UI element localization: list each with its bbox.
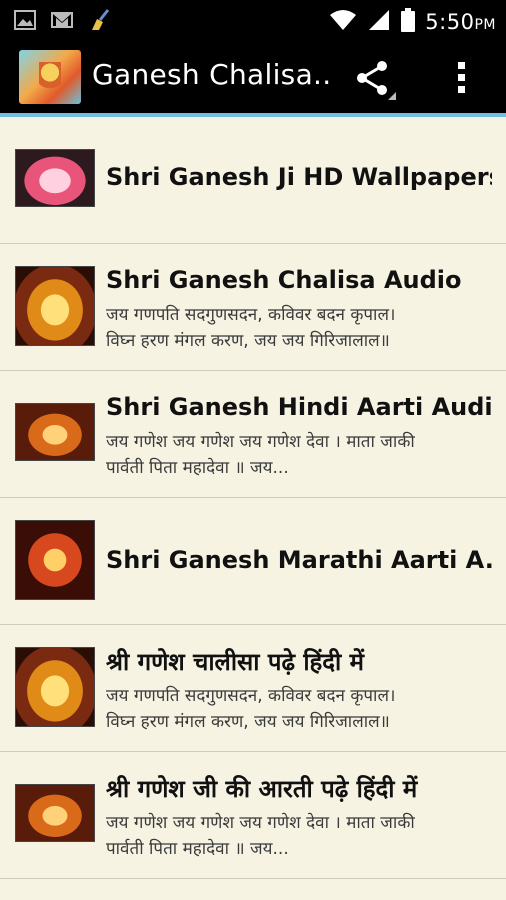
list-item-title: Shri Ganesh Chalisa Audio [106,266,462,294]
overflow-menu-button[interactable] [450,58,474,98]
list-item-subtitle: जय गणपति सदगुणसदन, कविवर बदन कृपाल। [106,305,396,325]
image-icon [14,10,36,34]
app-logo-icon[interactable] [19,50,81,104]
list-item-subtitle: जय गणेश जय गणेश जय गणेश देवा । माता जाकी [106,432,415,452]
menu-list: Shri Ganesh Ji HD Wallpapers Shri Ganesh… [0,117,506,879]
list-item-subtitle: जय गणेश जय गणेश जय गणेश देवा । माता जाकी [106,813,415,833]
battery-icon [401,8,416,36]
list-item-chalisa-read-hindi[interactable]: श्री गणेश चालीसा पढ़े हिंदी में जय गणपति… [0,625,506,752]
list-item-title: श्री गणेश चालीसा पढ़े हिंदी में [106,648,364,676]
list-item-subtitle: जय गणपति सदगुणसदन, कविवर बदन कृपाल। [106,686,396,706]
list-item-subtitle: विघ्न हरण मंगल करण, जय जय गिरिजालाल॥ [106,712,390,732]
list-item-wallpapers[interactable]: Shri Ganesh Ji HD Wallpapers [0,117,506,244]
clock: 5:50PM [425,10,496,34]
action-bar: Ganesh Chalisa.. [0,42,506,114]
list-item-title: Shri Ganesh Hindi Aarti Audio [106,393,492,421]
share-icon [357,61,396,100]
thumbnail [15,403,95,461]
list-item-title: Shri Ganesh Marathi Aarti A... [106,546,492,574]
app-title: Ganesh Chalisa.. [92,58,332,91]
list-item-chalisa-audio[interactable]: Shri Ganesh Chalisa Audio जय गणपति सदगुण… [0,244,506,371]
thumbnail [15,266,95,346]
thumbnail [15,784,95,842]
list-item-subtitle: विघ्न हरण मंगल करण, जय जय गिरिजालाल॥ [106,331,390,351]
share-button[interactable] [352,56,398,102]
wifi-icon [329,9,357,35]
list-item-marathi-aarti[interactable]: Shri Ganesh Marathi Aarti A... [0,498,506,625]
thumbnail [15,149,95,207]
gmail-icon [50,10,74,34]
list-item-subtitle: पार्वती पिता महादेवा ॥ जय... [106,458,289,478]
list-item-title: Shri Ganesh Ji HD Wallpapers [106,163,492,191]
broom-icon [88,9,112,35]
signal-icon [367,9,391,35]
status-bar: 5:50PM [0,0,506,42]
list-item-aarti-read-hindi[interactable]: श्री गणेश जी की आरती पढ़े हिंदी में जय ग… [0,752,506,879]
thumbnail [15,520,95,600]
list-item-title: श्री गणेश जी की आरती पढ़े हिंदी में [106,775,418,803]
list-item-hindi-aarti-audio[interactable]: Shri Ganesh Hindi Aarti Audio जय गणेश जय… [0,371,506,498]
list-item-subtitle: पार्वती पिता महादेवा ॥ जय... [106,839,289,859]
overflow-menu-icon [458,62,465,93]
thumbnail [15,647,95,727]
